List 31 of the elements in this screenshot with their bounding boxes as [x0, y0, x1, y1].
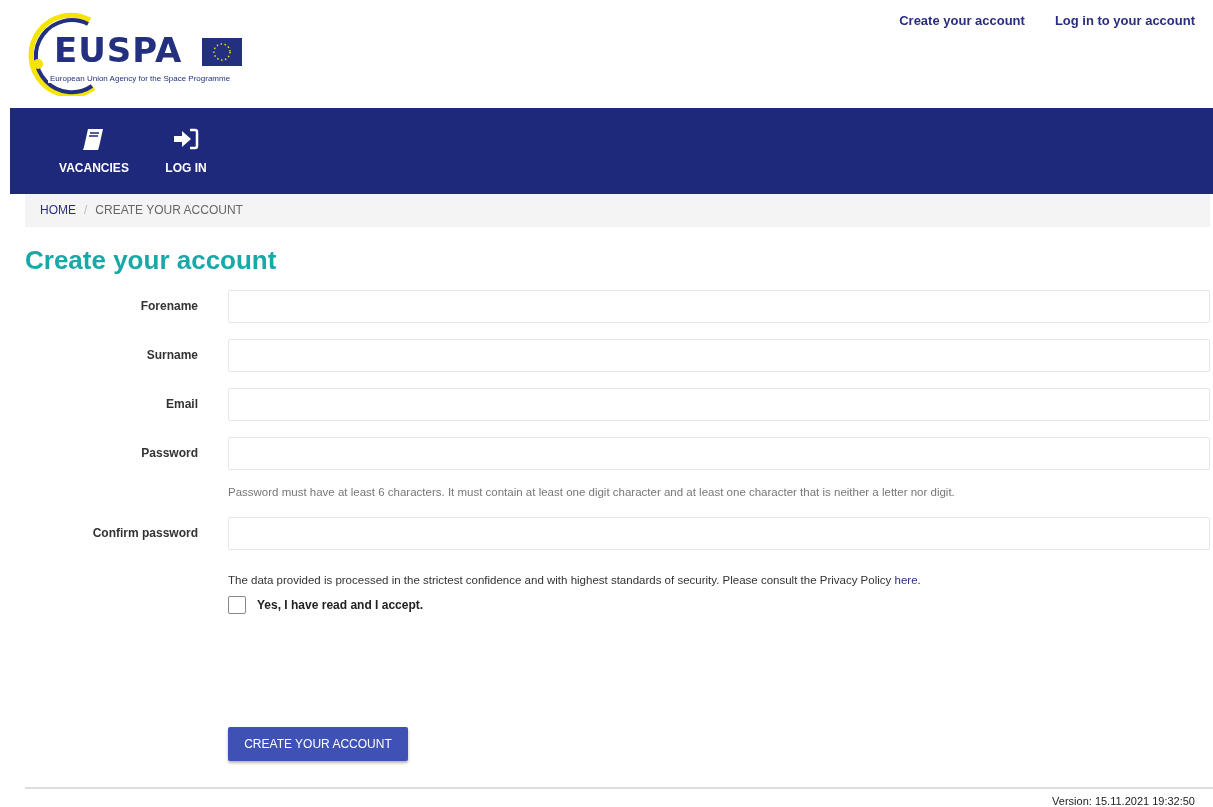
logo-tagline: European Union Agency for the Space Programme — [48, 74, 233, 83]
version-text: Version: 15.11.2021 19:32:50 — [1052, 795, 1195, 807]
nav-label: VACANCIES — [59, 161, 129, 176]
logo-wordmark: EUSPA — [54, 30, 183, 70]
accept-label: Yes, I have read and I accept. — [257, 597, 424, 612]
password-hint: Password must have at least 6 characters. It must contain at least one digit character and at least one character that is neither a letter nor digit. — [228, 485, 955, 498]
field-label: Confirm password — [91, 526, 198, 540]
breadcrumb-current: CREATE YOUR ACCOUNT — [95, 203, 243, 218]
nav-label: LOG IN — [165, 161, 207, 176]
field-label: Surname — [145, 348, 198, 362]
nav-item[interactable]: LOG IN — [150, 108, 222, 194]
field-label: Forename — [139, 299, 198, 313]
privacy-link[interactable]: here — [894, 573, 918, 586]
input-field[interactable] — [228, 516, 1210, 550]
header-link[interactable]: Create your account — [899, 13, 1025, 29]
field-label: Password — [140, 446, 198, 460]
page-title: Create your account — [25, 244, 278, 276]
input-field[interactable] — [228, 436, 1210, 470]
breadcrumb-separator: / — [84, 203, 88, 218]
header-link[interactable]: Log in to your account — [1054, 13, 1195, 29]
input-field[interactable] — [228, 289, 1210, 323]
input-field[interactable] — [228, 338, 1210, 372]
create-account-button[interactable]: CREATE YOUR ACCOUNT — [228, 726, 408, 761]
input-field[interactable] — [228, 387, 1210, 421]
nav-item[interactable]: VACANCIES — [58, 108, 130, 194]
breadcrumb-link[interactable]: HOME — [40, 203, 76, 218]
field-label: Email — [165, 397, 198, 411]
accept-checkbox[interactable] — [228, 595, 246, 614]
privacy-notice: The data provided is processed in the strictest confidence and with highest standards of security. Please consult the Privacy Policy here. — [228, 573, 922, 586]
eu-flag-icon — [202, 38, 242, 66]
login-icon — [172, 127, 200, 152]
